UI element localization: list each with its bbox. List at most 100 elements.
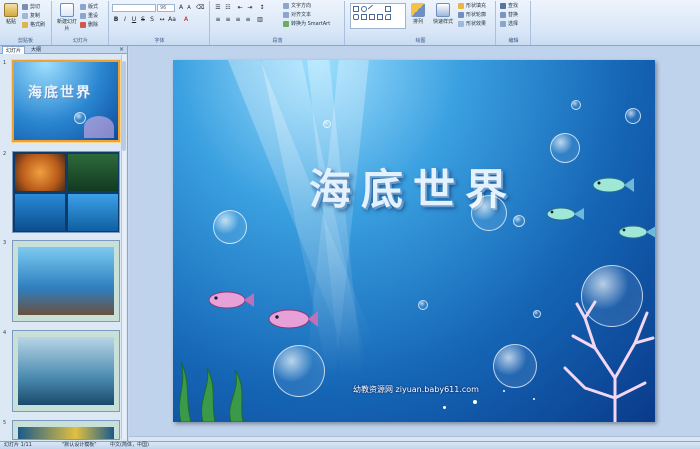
rectangle-shape-icon[interactable] bbox=[353, 6, 359, 12]
watermark: 幼教资源网 ziyuan.baby611.com bbox=[353, 385, 479, 394]
bold-icon[interactable]: B bbox=[112, 16, 120, 24]
bubble bbox=[213, 210, 247, 244]
align-left-icon[interactable]: ≡ bbox=[214, 16, 222, 24]
replace-button[interactable]: 替换 bbox=[500, 11, 518, 19]
triangle-shape-icon[interactable] bbox=[385, 6, 391, 12]
callout-shape-icon[interactable] bbox=[369, 14, 375, 20]
format-painter-button[interactable]: 格式刷 bbox=[22, 21, 45, 29]
quick-styles-button[interactable]: 快速样式 bbox=[430, 3, 456, 25]
slide-canvas[interactable]: 海底世界 幼教资源网 ziyuan.baby611.com bbox=[173, 60, 655, 422]
font-color-icon[interactable]: A bbox=[182, 16, 190, 24]
numbering-icon[interactable]: ☷ bbox=[224, 4, 232, 12]
thumbnail-photo bbox=[18, 247, 114, 315]
effects-icon bbox=[458, 20, 464, 27]
slide-editing-area: 海底世界 幼教资源网 ziyuan.baby611.com bbox=[129, 46, 700, 441]
star-shape-icon[interactable] bbox=[361, 14, 367, 20]
tab-outline[interactable]: 大纲 bbox=[28, 46, 44, 54]
shape-effects-button[interactable]: 形状效果 bbox=[458, 20, 486, 28]
language-indicator: 中文(简体，中国) bbox=[110, 442, 149, 448]
oval-shape-icon[interactable] bbox=[361, 6, 367, 12]
justify-icon[interactable]: ≡ bbox=[244, 16, 252, 24]
clear-formatting-icon[interactable]: ⌫ bbox=[196, 4, 204, 12]
select-button[interactable]: 选择 bbox=[500, 20, 518, 28]
shape-outline-button[interactable]: 形状轮廓 bbox=[458, 11, 486, 19]
slide-thumbnail-2[interactable] bbox=[12, 151, 120, 233]
close-icon[interactable]: × bbox=[119, 46, 124, 54]
cut-button[interactable]: 剪切 bbox=[22, 3, 40, 11]
shrink-font-icon[interactable]: A bbox=[185, 4, 193, 12]
thumbnail-photo bbox=[18, 427, 114, 439]
decrease-indent-icon[interactable]: ⇤ bbox=[236, 4, 244, 12]
grow-font-icon[interactable]: A bbox=[177, 4, 185, 12]
sparkle bbox=[443, 406, 446, 409]
cursor-icon bbox=[500, 20, 506, 27]
arrange-button[interactable]: 排列 bbox=[409, 3, 427, 25]
line-spacing-icon[interactable]: ↕ bbox=[258, 4, 266, 12]
drawing-group: 排列 快速样式 形状填充 形状轮廓 形状效果 绘图 bbox=[346, 1, 496, 45]
sparkle bbox=[533, 398, 535, 400]
tab-slides[interactable]: 幻灯片 bbox=[2, 46, 26, 54]
shape-fill-button[interactable]: 形状填充 bbox=[458, 2, 486, 10]
rounded-rect-shape-icon[interactable] bbox=[353, 14, 359, 20]
line-shape-icon[interactable] bbox=[367, 4, 377, 14]
editing-group: 查找 替换 选择 编辑 bbox=[497, 1, 531, 45]
thumbnail-number: 2 bbox=[3, 151, 7, 157]
copy-icon bbox=[22, 12, 28, 19]
copy-button[interactable]: 复制 bbox=[22, 12, 40, 20]
paint-bucket-icon bbox=[458, 2, 464, 9]
layout-button[interactable]: 版式 bbox=[80, 3, 98, 11]
paragraph-group-label: 段落 bbox=[272, 38, 283, 44]
bullets-icon[interactable]: ☰ bbox=[214, 4, 222, 12]
shapes-gallery[interactable] bbox=[350, 3, 406, 29]
fish-icon bbox=[618, 225, 655, 239]
curve-shape-icon[interactable] bbox=[385, 14, 391, 20]
thumbnail-photo bbox=[18, 337, 114, 405]
align-center-icon[interactable]: ≡ bbox=[224, 16, 232, 24]
delete-icon bbox=[80, 21, 86, 28]
binoculars-icon bbox=[500, 2, 506, 9]
strikethrough-icon[interactable]: S bbox=[139, 16, 147, 24]
reset-button[interactable]: 重设 bbox=[80, 12, 98, 20]
bubble bbox=[418, 300, 428, 310]
clipboard-group: 粘贴 剪切 复制 格式刷 剪贴板 bbox=[0, 1, 52, 45]
italic-icon[interactable]: I bbox=[121, 16, 129, 24]
slides-group: 新建幻灯片 版式 重设 删除 幻灯片 bbox=[53, 1, 109, 45]
bubble bbox=[571, 100, 581, 110]
thumbnail-number: 3 bbox=[3, 240, 7, 246]
fish-icon bbox=[546, 207, 584, 221]
increase-indent-icon[interactable]: ⇥ bbox=[246, 4, 254, 12]
bubble bbox=[625, 108, 641, 124]
columns-icon[interactable]: ▥ bbox=[256, 16, 264, 24]
panel-scrollbar[interactable] bbox=[121, 55, 126, 439]
change-case-icon[interactable]: Aa bbox=[168, 16, 176, 24]
align-right-icon[interactable]: ≡ bbox=[234, 16, 242, 24]
slide-thumbnail-4[interactable] bbox=[12, 330, 120, 412]
font-name-field[interactable] bbox=[112, 4, 156, 12]
font-size-field[interactable]: 96 bbox=[157, 4, 175, 12]
scrollbar-thumb[interactable] bbox=[122, 61, 126, 151]
find-button[interactable]: 查找 bbox=[500, 2, 518, 10]
thumbnail-photo bbox=[15, 154, 65, 191]
paste-button[interactable]: 粘贴 bbox=[2, 3, 20, 25]
smartart-button[interactable]: 转换为 SmartArt bbox=[283, 20, 330, 28]
slide-indicator: 幻灯片 1/11 bbox=[4, 442, 32, 448]
character-spacing-icon[interactable]: ↔ bbox=[158, 16, 166, 24]
new-slide-button[interactable]: 新建幻灯片 bbox=[56, 3, 78, 32]
slide-thumbnail-5[interactable] bbox=[12, 420, 120, 440]
bubble bbox=[533, 310, 541, 318]
layout-icon bbox=[80, 3, 86, 10]
status-bar: 幻灯片 1/11 "默认设计模板" 中文(简体，中国) bbox=[0, 441, 700, 449]
delete-slide-button[interactable]: 删除 bbox=[80, 21, 98, 29]
arrow-shape-icon[interactable] bbox=[377, 6, 383, 12]
underline-icon[interactable]: U bbox=[130, 16, 138, 24]
pen-icon bbox=[458, 11, 464, 18]
slide-title[interactable]: 海底世界 bbox=[253, 156, 573, 217]
shadow-icon[interactable]: S bbox=[148, 16, 156, 24]
text-direction-button[interactable]: 文字方向 bbox=[283, 2, 311, 10]
slide-thumbnail-3[interactable] bbox=[12, 240, 120, 322]
editing-group-label: 编辑 bbox=[508, 38, 519, 44]
slide-thumbnail-1[interactable]: 海底世界 bbox=[12, 60, 120, 142]
align-text-button[interactable]: 对齐文本 bbox=[283, 11, 311, 19]
thumbnail-photo bbox=[68, 194, 118, 231]
brace-shape-icon[interactable] bbox=[377, 14, 383, 20]
